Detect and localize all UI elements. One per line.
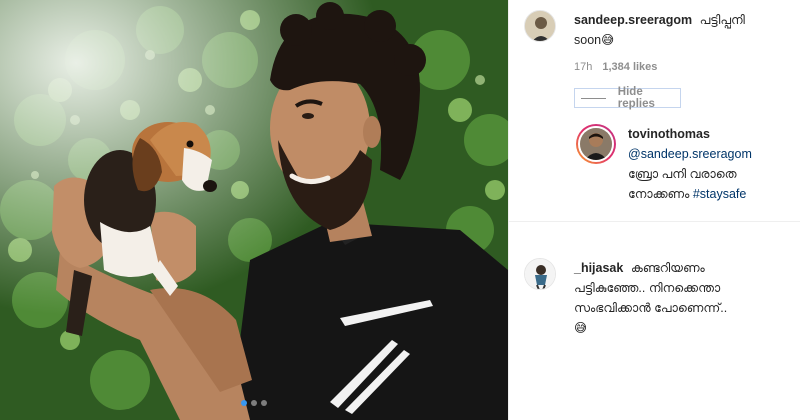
comments-panel: sandeep.sreeragom പട്ടിപ്പനി soon😅 17h 1… <box>508 0 800 420</box>
comment-body: _hijasak കണ്ടറിയണം പട്ടികുഞ്ഞേ.. നിനക്കെ… <box>574 258 794 338</box>
avatar-hijasak[interactable] <box>524 258 556 290</box>
emoji-sweat-smile: 😅 <box>574 321 588 335</box>
reply-text-line2: നോക്കണം <box>628 187 690 201</box>
reply-hashtag[interactable]: #staysafe <box>693 187 747 201</box>
reply-body: tovinothomas @sandeep.sreeragom ബ്രോ പനി… <box>628 124 788 204</box>
carousel-dot-active[interactable] <box>241 400 247 406</box>
comment-text: കണ്ടറിയണം <box>630 261 705 275</box>
avatar-ring-tovino[interactable] <box>576 124 616 164</box>
avatar-tovino <box>578 126 614 162</box>
reply-text: ബ്രോ പനി വരാതെ <box>628 167 737 181</box>
post-photo[interactable] <box>0 0 508 420</box>
carousel-dots <box>0 400 508 406</box>
hide-replies-line <box>581 97 606 99</box>
emoji-sweat-smile: 😅 <box>601 33 615 47</box>
comment-username[interactable]: sandeep.sreeragom <box>574 13 692 27</box>
hide-replies-label: Hide replies <box>617 86 655 110</box>
panel-divider <box>508 0 509 420</box>
reply-mention[interactable]: @sandeep.sreeragom <box>628 144 788 164</box>
comment-meta: 17h 1,384 likes <box>574 61 657 73</box>
reply-tovino: tovinothomas @sandeep.sreeragom ബ്രോ പനി… <box>576 124 788 204</box>
comment-time[interactable]: 17h <box>574 61 592 73</box>
section-divider <box>508 221 800 222</box>
comment-hijasak: _hijasak കണ്ടറിയണം പട്ടികുഞ്ഞേ.. നിനക്കെ… <box>524 258 794 338</box>
comment-sandeep: sandeep.sreeragom പട്ടിപ്പനി soon😅 <box>524 10 774 50</box>
comment-text-line2: soon <box>574 33 602 47</box>
carousel-dot[interactable] <box>261 400 267 406</box>
hide-replies-button[interactable]: Hide replies <box>574 86 681 110</box>
photo-artwork <box>0 0 508 420</box>
reply-username[interactable]: tovinothomas <box>628 124 784 144</box>
comment-text-line2: പട്ടികുഞ്ഞേ.. നിനക്കെന്താ <box>574 281 721 295</box>
comment-body: sandeep.sreeragom പട്ടിപ്പനി soon😅 <box>574 10 774 50</box>
carousel-dot[interactable] <box>251 400 257 406</box>
avatar-sandeep[interactable] <box>524 10 556 42</box>
comment-username[interactable]: _hijasak <box>574 261 623 275</box>
comment-text: പട്ടിപ്പനി <box>699 13 745 27</box>
comment-likes[interactable]: 1,384 likes <box>602 61 657 73</box>
comment-text-line3: സംഭവിക്കാൻ പോണെന്ന്.. <box>574 301 728 315</box>
